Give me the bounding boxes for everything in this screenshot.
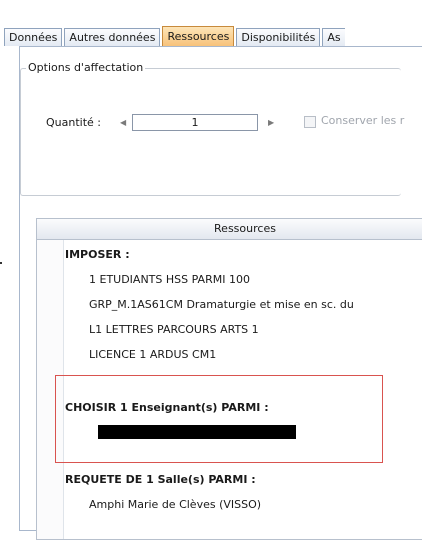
assignment-options-legend: Options d'affectation (26, 61, 146, 74)
redacted-name (98, 425, 296, 439)
keep-checkbox-label: Conserver les r (321, 114, 405, 127)
list-item[interactable]: LICENCE 1 ARDUS CM1 (37, 344, 422, 366)
resource-dialog: Données Autres données Ressources Dispon… (0, 0, 422, 540)
keep-checkbox[interactable] (304, 116, 316, 128)
list-item[interactable]: REQUETE DE 1 Salle(s) PARMI : (37, 469, 422, 491)
request-item: Amphi Marie de Clèves (VISSO) (89, 498, 262, 511)
resources-list-header: Ressources (37, 219, 422, 240)
tab-autres-donnees[interactable]: Autres données (64, 28, 161, 46)
tab-ressources[interactable]: Ressources (162, 26, 235, 46)
list-item[interactable]: GRP_M.1AS61CM Dramaturgie et mise en sc.… (37, 294, 422, 316)
request-label: REQUETE DE 1 Salle(s) PARMI : (65, 473, 256, 486)
impose-item: LICENCE 1 ARDUS CM1 (89, 348, 217, 361)
assignment-options-group (20, 68, 401, 196)
quantity-field[interactable]: 1 (132, 114, 258, 131)
quantity-label: Quantité : (46, 116, 101, 129)
impose-label: IMPOSER : (65, 248, 130, 261)
list-item[interactable]: 1 ETUDIANTS HSS PARMI 100 (37, 269, 422, 291)
impose-item: GRP_M.1AS61CM Dramaturgie et mise en sc.… (89, 298, 354, 311)
tab-disponibilites[interactable]: Disponibilités (236, 28, 321, 46)
impose-item: 1 ETUDIANTS HSS PARMI 100 (89, 273, 250, 286)
impose-item: L1 LETTRES PARCOURS ARTS 1 (89, 323, 259, 336)
tab-donnees[interactable]: Données (4, 28, 63, 46)
edge-mark (0, 262, 2, 264)
list-item[interactable]: L1 LETTRES PARCOURS ARTS 1 (37, 319, 422, 341)
quantity-decrease-icon[interactable]: ◀ (120, 118, 126, 127)
resources-header-label: Ressources (214, 222, 276, 235)
highlight-box (55, 375, 383, 463)
tab-as[interactable]: As (322, 28, 345, 46)
list-item[interactable]: Amphi Marie de Clèves (VISSO) (37, 494, 422, 516)
tab-strip: Données Autres données Ressources Dispon… (4, 26, 422, 46)
quantity-increase-icon[interactable]: ▶ (268, 118, 274, 127)
list-item[interactable]: IMPOSER : (37, 244, 422, 266)
